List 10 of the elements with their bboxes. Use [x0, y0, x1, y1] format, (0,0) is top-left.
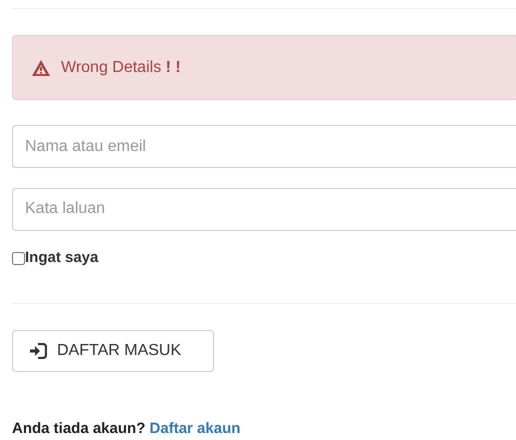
login-button[interactable]: DAFTAR MASUK	[12, 330, 214, 372]
input-field[interactable]: Nama atau emeil	[12, 125, 516, 168]
warning-icon	[31, 58, 51, 77]
remember-checkbox[interactable]	[12, 252, 25, 265]
input-field[interactable]: Kata laluan	[12, 188, 516, 231]
sign-in-icon	[29, 342, 47, 359]
signup-prompt: Anda tiada akaun? Daftar akaun	[12, 418, 242, 438]
signup-link[interactable]: Daftar akaun	[150, 420, 240, 436]
remember-label: Ingat saya	[25, 248, 98, 268]
alert-message: Wrong Details ! !	[61, 58, 181, 78]
